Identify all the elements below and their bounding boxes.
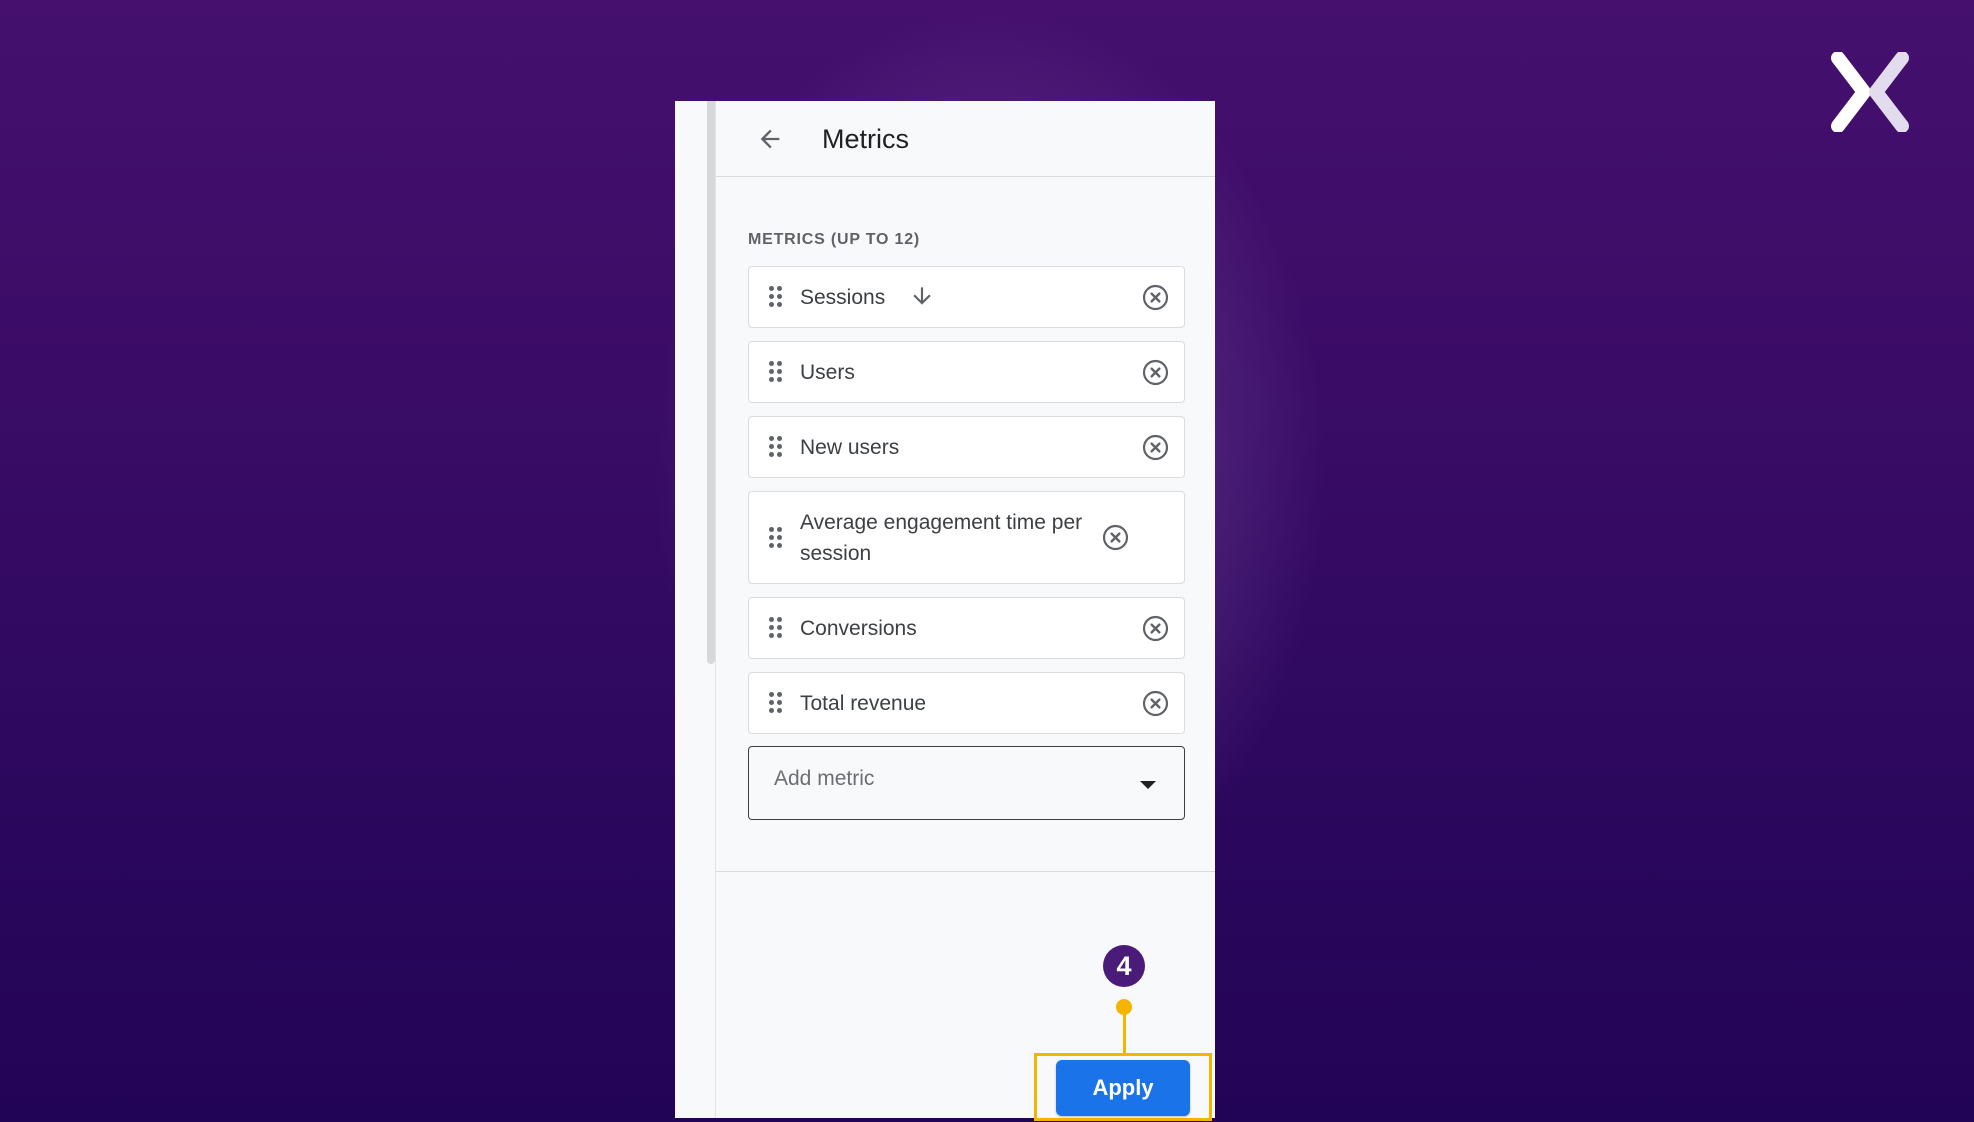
back-button[interactable] (754, 123, 786, 155)
remove-metric-button[interactable] (1140, 613, 1170, 643)
metric-label: Conversions (800, 616, 917, 640)
scrollbar[interactable] (707, 101, 715, 664)
metric-chip-new-users[interactable]: New users (748, 416, 1185, 478)
drag-handle-icon[interactable] (769, 692, 783, 714)
drag-handle-icon[interactable] (769, 286, 783, 308)
apply-button[interactable]: Apply (1056, 1060, 1190, 1116)
section-label: METRICS (UP TO 12) (748, 231, 921, 248)
drag-handle-icon[interactable] (769, 361, 783, 383)
caret-down-icon (1140, 781, 1156, 789)
metric-list: Sessions Users New users Average engagem… (748, 266, 1185, 747)
remove-metric-button[interactable] (1140, 357, 1170, 387)
drag-handle-icon[interactable] (769, 617, 783, 639)
metric-chip-avg-engagement-time[interactable]: Average engagement time per session (748, 491, 1185, 584)
callout-line (1123, 1010, 1126, 1054)
close-circle-icon (1142, 434, 1168, 460)
metric-chip-conversions[interactable]: Conversions (748, 597, 1185, 659)
add-metric-placeholder: Add metric (774, 767, 875, 790)
drag-handle-icon[interactable] (769, 526, 783, 549)
remove-metric-button[interactable] (1140, 688, 1170, 718)
close-circle-icon (1142, 284, 1168, 310)
metric-chip-sessions[interactable]: Sessions (748, 266, 1185, 328)
step-number-badge: 4 (1103, 945, 1145, 987)
section-divider (716, 871, 1215, 872)
metric-chip-users[interactable]: Users (748, 341, 1185, 403)
close-circle-icon (1102, 524, 1128, 551)
metric-label: Sessions (800, 285, 886, 309)
arrow-left-icon (760, 129, 780, 149)
close-circle-icon (1142, 359, 1168, 385)
metric-label: Total revenue (800, 691, 927, 715)
metric-label: Average engagement time per session (800, 510, 1083, 565)
sort-descending-icon[interactable] (909, 283, 935, 309)
panel-divider (715, 101, 716, 1118)
remove-metric-button[interactable] (1140, 432, 1170, 462)
drag-handle-icon[interactable] (769, 436, 783, 458)
add-metric-dropdown[interactable]: Add metric (748, 746, 1185, 820)
x-logo-icon (1831, 52, 1909, 132)
panel-header: Metrics (716, 101, 1215, 177)
close-circle-icon (1142, 615, 1168, 641)
close-circle-icon (1142, 690, 1168, 716)
remove-metric-button[interactable] (1100, 523, 1130, 553)
remove-metric-button[interactable] (1140, 282, 1170, 312)
metric-chip-total-revenue[interactable]: Total revenue (748, 672, 1185, 734)
page-title: Metrics (822, 124, 909, 154)
metric-label: Users (800, 360, 855, 384)
metric-label: New users (800, 435, 900, 459)
